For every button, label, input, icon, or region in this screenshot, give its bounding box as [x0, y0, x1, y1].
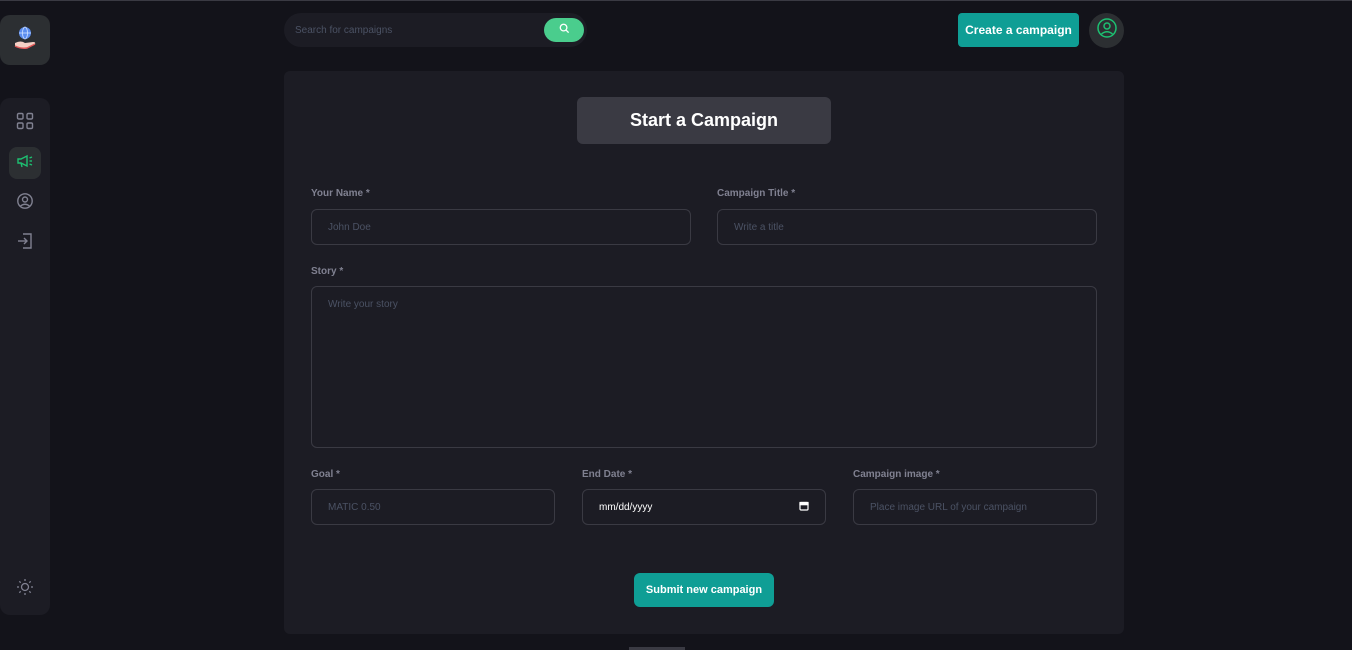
search-bar — [284, 13, 587, 47]
story-textarea[interactable] — [311, 286, 1097, 448]
campaign-form-card: Start a Campaign Your Name * Campaign Ti… — [284, 71, 1124, 634]
end-date-label: End Date * — [582, 469, 633, 480]
grid-icon — [16, 112, 34, 135]
sun-icon — [16, 578, 34, 601]
campaign-image-input[interactable] — [853, 489, 1097, 525]
campaign-image-label: Campaign image * — [853, 469, 940, 480]
calendar-icon[interactable] — [799, 501, 809, 514]
theme-toggle[interactable] — [9, 573, 41, 605]
logout-icon — [16, 232, 34, 255]
create-campaign-button[interactable]: Create a campaign — [958, 13, 1079, 47]
goal-input[interactable] — [311, 489, 555, 525]
sidebar-item-dashboard[interactable] — [9, 107, 41, 139]
search-button[interactable] — [544, 18, 584, 42]
sidebar — [0, 98, 50, 615]
goal-label: Goal * — [311, 469, 340, 480]
globe-hand-icon — [11, 24, 39, 57]
name-input[interactable] — [311, 209, 691, 245]
campaign-title-input[interactable] — [717, 209, 1097, 245]
campaign-title-label: Campaign Title * — [717, 188, 796, 199]
user-circle-icon — [1096, 17, 1118, 44]
sidebar-item-profile[interactable] — [9, 187, 41, 219]
story-label: Story * — [311, 266, 344, 277]
search-icon — [559, 21, 570, 39]
sidebar-item-logout[interactable] — [9, 227, 41, 259]
end-date-input[interactable]: mm/dd/yyyy — [582, 489, 826, 525]
search-input[interactable] — [284, 24, 544, 36]
page-title: Start a Campaign — [577, 97, 831, 144]
megaphone-icon — [16, 152, 34, 175]
sidebar-item-campaign[interactable] — [9, 147, 41, 179]
user-icon — [16, 192, 34, 215]
submit-button[interactable]: Submit new campaign — [634, 573, 774, 607]
profile-button[interactable] — [1089, 13, 1124, 48]
name-label: Your Name * — [311, 188, 370, 199]
end-date-placeholder: mm/dd/yyyy — [599, 501, 653, 513]
logo[interactable] — [0, 15, 50, 65]
